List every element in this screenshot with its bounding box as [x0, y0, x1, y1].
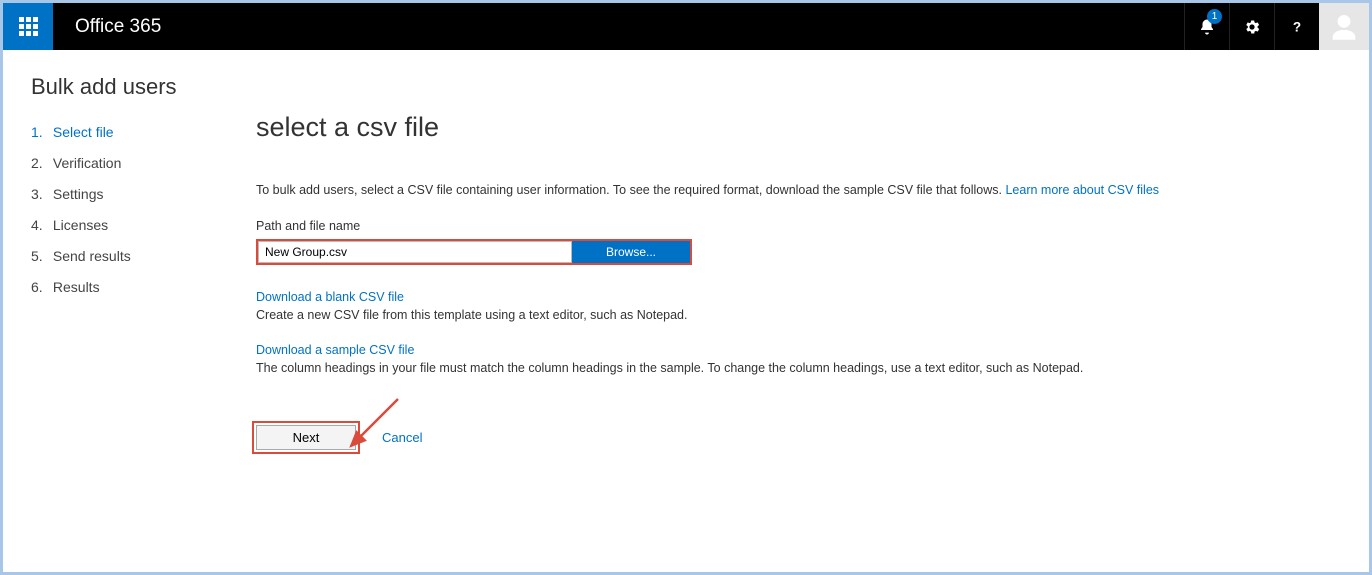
step-number: 4.	[31, 217, 49, 233]
sample-csv-hint: The column headings in your file must ma…	[256, 361, 1083, 375]
blank-csv-hint: Create a new CSV file from this template…	[256, 308, 687, 322]
svg-text:?: ?	[1293, 19, 1301, 34]
help-button[interactable]: ?	[1274, 3, 1319, 50]
step-number: 3.	[31, 186, 49, 202]
step-label: Results	[53, 279, 100, 295]
step-label: Licenses	[53, 217, 108, 233]
top-bar: Office 365 1 ?	[3, 3, 1369, 50]
download-blank-csv-link[interactable]: Download a blank CSV file	[256, 290, 404, 304]
person-icon	[1327, 10, 1361, 44]
blank-csv-block: Download a blank CSV file Create a new C…	[256, 289, 1341, 322]
step-verification[interactable]: 2. Verification	[31, 155, 256, 171]
step-number: 1.	[31, 124, 49, 140]
main-panel: select a csv file To bulk add users, sel…	[256, 74, 1341, 450]
instructions-text: To bulk add users, select a CSV file con…	[256, 183, 1005, 197]
download-sample-csv-link[interactable]: Download a sample CSV file	[256, 343, 414, 357]
help-icon: ?	[1288, 18, 1306, 36]
browse-button[interactable]: Browse...	[572, 241, 690, 263]
step-number: 2.	[31, 155, 49, 171]
step-label: Select file	[53, 124, 114, 140]
gear-icon	[1243, 18, 1261, 36]
step-send-results[interactable]: 5. Send results	[31, 248, 256, 264]
instructions: To bulk add users, select a CSV file con…	[256, 183, 1341, 197]
next-button[interactable]: Next	[256, 425, 356, 450]
step-number: 6.	[31, 279, 49, 295]
step-label: Send results	[53, 248, 131, 264]
wizard-steps: 1. Select file 2. Verification 3. Settin…	[31, 124, 256, 295]
step-select-file[interactable]: 1. Select file	[31, 124, 256, 140]
file-path-input[interactable]	[258, 241, 572, 263]
step-licenses[interactable]: 4. Licenses	[31, 217, 256, 233]
wizard-sidebar: Bulk add users 1. Select file 2. Verific…	[31, 74, 256, 450]
brand-title: Office 365	[53, 3, 1184, 50]
top-icon-group: 1 ?	[1184, 3, 1319, 50]
cancel-link[interactable]: Cancel	[382, 430, 422, 445]
step-results[interactable]: 6. Results	[31, 279, 256, 295]
main-heading: select a csv file	[256, 112, 1341, 143]
step-label: Settings	[53, 186, 104, 202]
user-avatar-button[interactable]	[1319, 3, 1369, 50]
content-wrapper: Bulk add users 1. Select file 2. Verific…	[3, 50, 1369, 450]
page-title: Bulk add users	[31, 74, 256, 100]
notification-badge: 1	[1207, 9, 1222, 24]
sample-csv-block: Download a sample CSV file The column he…	[256, 342, 1341, 375]
file-picker-row: Browse...	[256, 239, 692, 265]
step-number: 5.	[31, 248, 49, 264]
learn-more-link[interactable]: Learn more about CSV files	[1005, 183, 1159, 197]
app-launcher-button[interactable]	[3, 3, 53, 50]
waffle-icon	[19, 17, 38, 36]
settings-button[interactable]	[1229, 3, 1274, 50]
file-field-label: Path and file name	[256, 219, 1341, 233]
notifications-button[interactable]: 1	[1184, 3, 1229, 50]
step-label: Verification	[53, 155, 121, 171]
step-settings[interactable]: 3. Settings	[31, 186, 256, 202]
action-row: Next Cancel	[256, 425, 1341, 450]
